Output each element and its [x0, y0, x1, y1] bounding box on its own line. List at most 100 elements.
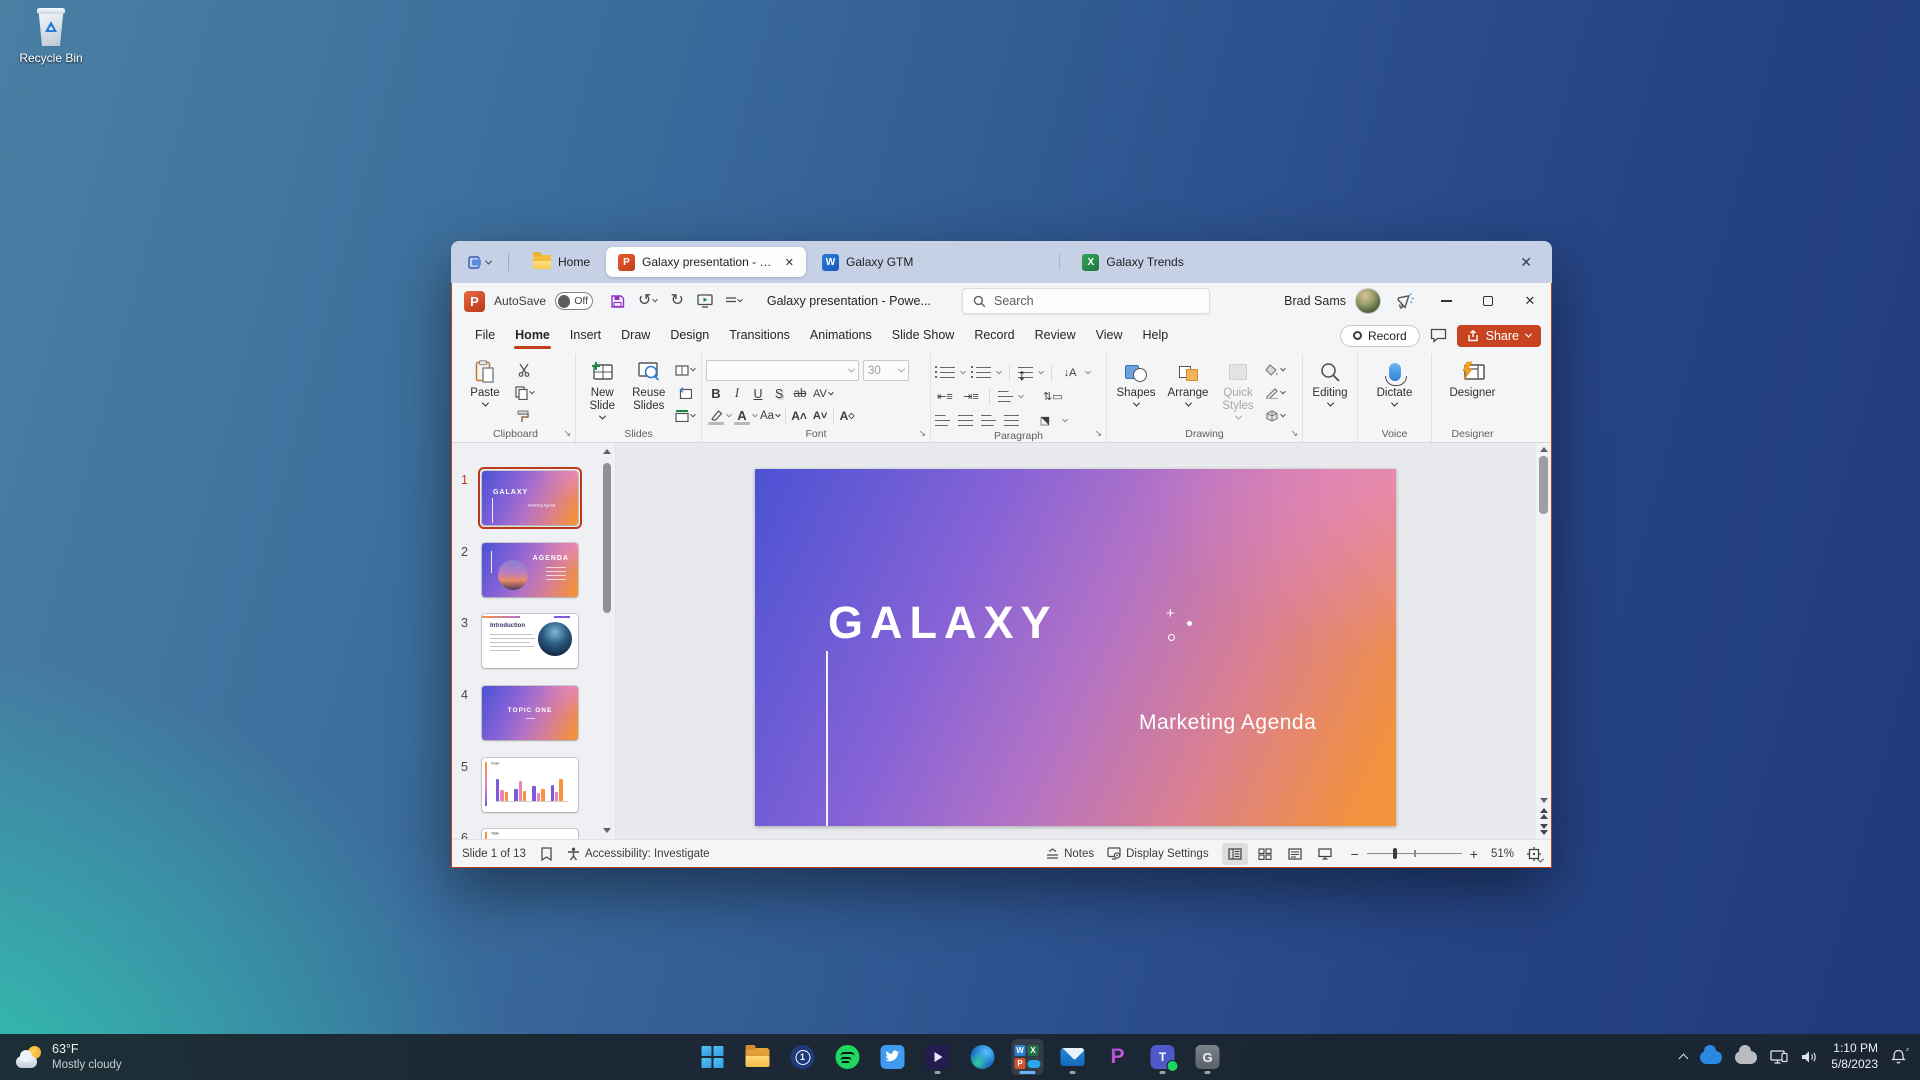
dialog-launcher-icon[interactable]: ↘ [1094, 428, 1102, 439]
accessibility-status[interactable]: Accessibility: Investigate [567, 847, 710, 861]
next-slide-button[interactable] [1539, 824, 1548, 835]
dialog-launcher-icon[interactable]: ↘ [1290, 428, 1298, 439]
italic-button[interactable]: I [727, 384, 747, 403]
user-name[interactable]: Brad Sams [1284, 294, 1346, 308]
decrease-indent-icon[interactable]: ⇤≡ [935, 387, 955, 406]
smartart-icon[interactable]: ⬔ [1035, 411, 1055, 430]
1password-button[interactable]: 1 [787, 1039, 819, 1075]
start-slideshow-icon[interactable] [697, 294, 713, 308]
normal-view-button[interactable] [1221, 842, 1248, 865]
zoom-in-button[interactable]: + [1470, 846, 1478, 862]
avatar[interactable] [1355, 288, 1381, 314]
galaxy-app-button[interactable]: G [1192, 1039, 1224, 1075]
shape-fill-button[interactable] [1263, 360, 1287, 380]
onedrive-icon[interactable] [1700, 1044, 1723, 1064]
ribbon-tab-help[interactable]: Help [1133, 321, 1177, 351]
ribbon-tab-animations[interactable]: Animations [801, 321, 881, 351]
ribbon-tab-review[interactable]: Review [1026, 321, 1085, 351]
reuse-slides-button[interactable]: Reuse Slides [627, 356, 672, 413]
close-button[interactable]: ✕ [1509, 283, 1551, 319]
slide-position[interactable]: Slide 1 of 13 [462, 848, 526, 860]
slideshow-view-button[interactable] [1312, 843, 1338, 865]
slide-thumbnail-2[interactable]: AGENDA [482, 543, 578, 597]
slide-sorter-view-button[interactable] [1252, 843, 1278, 865]
change-case-button[interactable]: Aa [758, 406, 782, 425]
increase-indent-icon[interactable]: ⇥≡ [961, 387, 981, 406]
decrease-font-size-button[interactable]: A˅ [810, 406, 830, 425]
recycle-bin[interactable]: Recycle Bin [12, 8, 90, 65]
shape-outline-button[interactable] [1263, 383, 1287, 403]
powerpoint-logo-icon[interactable]: P [464, 290, 485, 312]
edge-button[interactable] [967, 1039, 999, 1075]
ribbon-tab-insert[interactable]: Insert [561, 321, 610, 351]
share-button[interactable]: Share [1456, 324, 1541, 347]
twitter-button[interactable] [877, 1039, 909, 1075]
loop-button[interactable]: P [1102, 1039, 1134, 1075]
search-input[interactable]: Search [962, 288, 1210, 314]
redo-icon[interactable]: ↻ [670, 293, 683, 309]
ribbon-tab-design[interactable]: Design [661, 321, 718, 351]
thumbnail-scrollbar[interactable] [602, 449, 612, 833]
slide-thumbnail-5[interactable]: Chart [482, 758, 578, 812]
start-button[interactable] [697, 1039, 729, 1075]
slide-subtitle-text[interactable]: Marketing Agenda [1139, 711, 1316, 735]
justify-icon[interactable] [1004, 415, 1019, 426]
ribbon-tab-view[interactable]: View [1087, 321, 1132, 351]
volume-icon[interactable] [1801, 1050, 1818, 1064]
slide-layout-button[interactable] [673, 360, 697, 380]
clock[interactable]: 1:10 PM 5/8/2023 [1831, 1041, 1878, 1072]
text-direction-icon[interactable]: ↓A [1060, 363, 1080, 382]
dialog-launcher-icon[interactable]: ↘ [918, 428, 926, 439]
notes-button[interactable]: Notes [1046, 848, 1094, 860]
underline-button[interactable]: U [748, 384, 768, 403]
tab-overview-button[interactable] [463, 252, 496, 273]
editing-button[interactable]: Editing [1307, 356, 1353, 407]
paste-button[interactable]: Paste [460, 356, 510, 407]
weather-widget[interactable]: 63°F Mostly cloudy [0, 1034, 138, 1080]
align-text-icon[interactable]: ⇅▭ [1041, 387, 1065, 406]
slide-title-text[interactable]: GALAXY [828, 597, 1058, 649]
microsoft-365-button[interactable]: WXP [1011, 1039, 1044, 1075]
character-spacing-button[interactable]: AV [811, 384, 835, 403]
align-right-icon[interactable] [981, 415, 996, 426]
dictate-button[interactable]: Dictate [1370, 356, 1420, 407]
strikethrough-button[interactable]: ab [790, 384, 810, 403]
slide-editor[interactable]: GALAXY Marketing Agenda + [755, 469, 1396, 826]
cut-button[interactable] [512, 360, 536, 380]
designer-button[interactable]: Designer [1443, 356, 1503, 400]
file-explorer-button[interactable] [742, 1039, 774, 1075]
new-slide-button[interactable]: New Slide [580, 356, 625, 421]
shapes-button[interactable]: Shapes [1111, 356, 1161, 407]
undo-button[interactable]: ↺ [638, 293, 659, 309]
notification-bell-icon[interactable]: ᶻ [1891, 1046, 1909, 1065]
minimize-button[interactable] [1425, 283, 1467, 319]
slide-thumbnail-1[interactable]: GALAXY Marketing Agenda [482, 471, 578, 525]
slide-thumbnail-3[interactable]: Introduction [482, 614, 578, 668]
ribbon-tab-home[interactable]: Home [506, 321, 559, 351]
mail-button[interactable] [1057, 1039, 1089, 1075]
tab-galaxy-trends[interactable]: X Galaxy Trends [1070, 247, 1195, 277]
slide-thumbnail-6[interactable]: Table [482, 829, 578, 839]
arrange-button[interactable]: Arrange [1163, 356, 1213, 407]
scrollbar-thumb[interactable] [1539, 456, 1548, 514]
coming-soon-megaphone-icon[interactable] [1395, 292, 1415, 310]
copy-button[interactable] [512, 383, 536, 403]
font-name-select[interactable] [706, 360, 859, 381]
close-tab-icon[interactable]: ✕ [785, 256, 794, 269]
numbering-icon[interactable] [971, 366, 991, 379]
ribbon-tab-slideshow[interactable]: Slide Show [883, 321, 964, 351]
format-painter-button[interactable] [512, 406, 536, 426]
scroll-up-icon[interactable] [1539, 447, 1548, 452]
tab-home[interactable]: Home [521, 247, 602, 277]
maximize-button[interactable] [1467, 283, 1509, 319]
display-settings-button[interactable]: Display Settings [1107, 847, 1209, 860]
cast-icon[interactable] [1770, 1049, 1788, 1065]
tab-galaxy-presentation[interactable]: P Galaxy presentation - Pow... ✕ [606, 247, 807, 277]
quick-styles-button[interactable]: Quick Styles [1215, 356, 1261, 421]
zoom-slider[interactable] [1366, 848, 1462, 860]
section-button[interactable] [673, 406, 697, 426]
align-left-icon[interactable] [935, 415, 950, 426]
ribbon-tab-record[interactable]: Record [965, 321, 1023, 351]
canvas-scrollbar[interactable] [1536, 443, 1551, 839]
record-button[interactable]: Record [1339, 324, 1420, 347]
